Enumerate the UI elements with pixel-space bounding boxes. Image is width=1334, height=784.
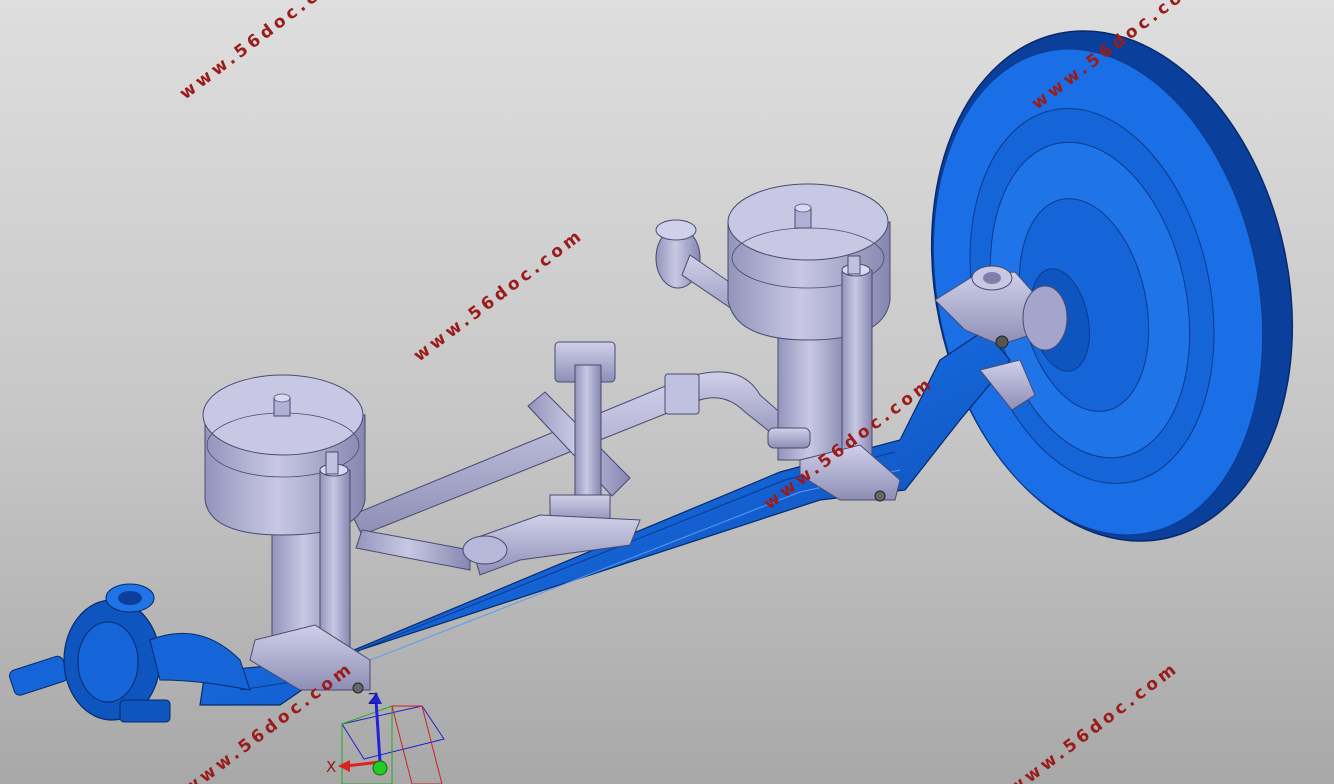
wheel-tire[interactable] xyxy=(886,0,1334,575)
axis-z-label: Z xyxy=(368,690,378,708)
axis-x-label: X xyxy=(326,758,336,776)
axis-triad-icon[interactable]: Z X xyxy=(322,684,452,784)
front-axle-assembly-model[interactable] xyxy=(0,0,1334,784)
cad-3d-viewport[interactable]: www.56doc.com www.56doc.com www.56doc.co… xyxy=(0,0,1334,784)
